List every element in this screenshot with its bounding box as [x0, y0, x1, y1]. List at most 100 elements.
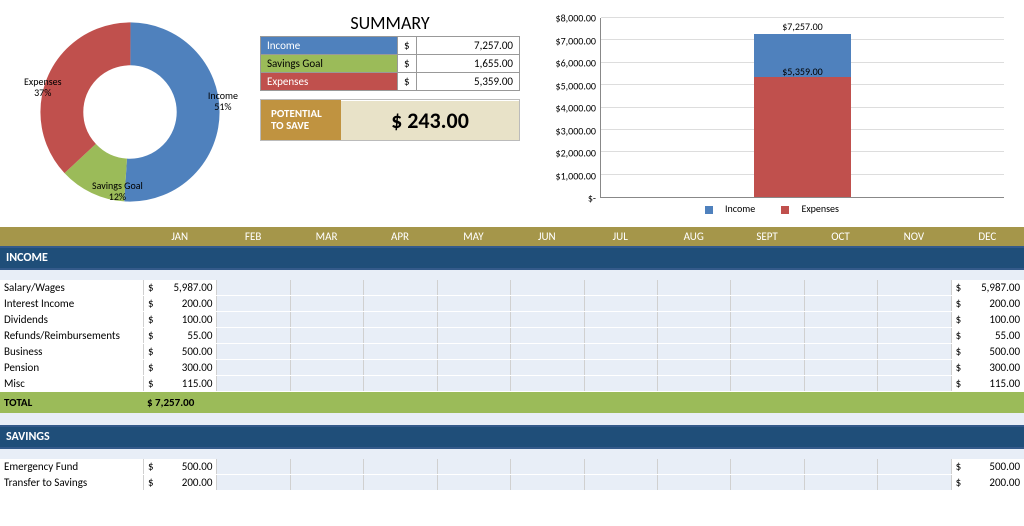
cell[interactable]: $55.00: [951, 328, 1024, 343]
cell[interactable]: [730, 344, 803, 359]
cell[interactable]: [216, 328, 289, 343]
cell[interactable]: [804, 344, 877, 359]
cell[interactable]: [730, 376, 803, 391]
cell[interactable]: [877, 312, 950, 327]
cell[interactable]: [584, 296, 657, 311]
cell[interactable]: [510, 475, 583, 490]
cell[interactable]: [730, 360, 803, 375]
cell[interactable]: [290, 376, 363, 391]
cell[interactable]: $500.00: [143, 344, 216, 359]
cell[interactable]: [730, 475, 803, 490]
cell[interactable]: [437, 360, 510, 375]
cell[interactable]: [657, 360, 730, 375]
cell[interactable]: [584, 344, 657, 359]
cell[interactable]: $115.00: [143, 376, 216, 391]
cell[interactable]: [510, 344, 583, 359]
cell[interactable]: [510, 328, 583, 343]
cell[interactable]: [730, 328, 803, 343]
cell[interactable]: [363, 296, 436, 311]
cell[interactable]: [510, 459, 583, 474]
cell[interactable]: $300.00: [143, 360, 216, 375]
cell[interactable]: [216, 296, 289, 311]
cell[interactable]: [804, 475, 877, 490]
cell[interactable]: [363, 360, 436, 375]
cell[interactable]: [363, 328, 436, 343]
cell[interactable]: [804, 360, 877, 375]
cell[interactable]: [437, 459, 510, 474]
cell[interactable]: [363, 312, 436, 327]
cell[interactable]: [290, 280, 363, 295]
cell[interactable]: [510, 280, 583, 295]
cell[interactable]: [437, 344, 510, 359]
cell[interactable]: $5,987.00: [951, 280, 1024, 295]
cell[interactable]: [804, 296, 877, 311]
cell[interactable]: $200.00: [143, 296, 216, 311]
cell[interactable]: [437, 312, 510, 327]
cell[interactable]: $200.00: [951, 475, 1024, 490]
cell[interactable]: [216, 280, 289, 295]
cell[interactable]: [437, 376, 510, 391]
cell[interactable]: [730, 312, 803, 327]
cell[interactable]: [877, 328, 950, 343]
cell[interactable]: [363, 376, 436, 391]
cell[interactable]: [657, 459, 730, 474]
cell[interactable]: [290, 312, 363, 327]
cell[interactable]: [804, 328, 877, 343]
cell[interactable]: [730, 280, 803, 295]
cell[interactable]: $500.00: [951, 459, 1024, 474]
cell[interactable]: [877, 376, 950, 391]
cell[interactable]: $200.00: [143, 475, 216, 490]
cell[interactable]: [290, 459, 363, 474]
cell[interactable]: [657, 475, 730, 490]
cell[interactable]: [510, 312, 583, 327]
cell[interactable]: [877, 280, 950, 295]
cell[interactable]: [584, 328, 657, 343]
cell[interactable]: [437, 475, 510, 490]
cell[interactable]: [290, 344, 363, 359]
cell[interactable]: [730, 459, 803, 474]
cell[interactable]: [290, 328, 363, 343]
cell[interactable]: [363, 280, 436, 295]
cell[interactable]: [510, 376, 583, 391]
cell[interactable]: [216, 376, 289, 391]
cell[interactable]: [584, 475, 657, 490]
cell[interactable]: $55.00: [143, 328, 216, 343]
cell[interactable]: [216, 312, 289, 327]
cell[interactable]: [657, 312, 730, 327]
cell[interactable]: [363, 475, 436, 490]
cell[interactable]: [216, 360, 289, 375]
cell[interactable]: [363, 344, 436, 359]
cell[interactable]: [657, 328, 730, 343]
cell[interactable]: [510, 296, 583, 311]
cell[interactable]: [363, 459, 436, 474]
cell[interactable]: [657, 344, 730, 359]
cell[interactable]: [657, 296, 730, 311]
cell[interactable]: [437, 296, 510, 311]
cell[interactable]: $200.00: [951, 296, 1024, 311]
cell[interactable]: [804, 459, 877, 474]
cell[interactable]: [877, 459, 950, 474]
cell[interactable]: [584, 280, 657, 295]
cell[interactable]: [730, 296, 803, 311]
cell[interactable]: [877, 475, 950, 490]
cell[interactable]: $115.00: [951, 376, 1024, 391]
cell[interactable]: [584, 459, 657, 474]
cell[interactable]: $300.00: [951, 360, 1024, 375]
cell[interactable]: $500.00: [951, 344, 1024, 359]
cell[interactable]: [804, 312, 877, 327]
cell[interactable]: [290, 360, 363, 375]
cell[interactable]: [877, 296, 950, 311]
cell[interactable]: [657, 280, 730, 295]
cell[interactable]: $100.00: [951, 312, 1024, 327]
cell[interactable]: [657, 376, 730, 391]
cell[interactable]: [216, 475, 289, 490]
cell[interactable]: [584, 360, 657, 375]
cell[interactable]: [437, 328, 510, 343]
cell[interactable]: [584, 312, 657, 327]
cell[interactable]: [804, 376, 877, 391]
cell[interactable]: [216, 344, 289, 359]
cell[interactable]: $5,987.00: [143, 280, 216, 295]
cell[interactable]: [877, 360, 950, 375]
cell[interactable]: [804, 280, 877, 295]
cell[interactable]: $100.00: [143, 312, 216, 327]
